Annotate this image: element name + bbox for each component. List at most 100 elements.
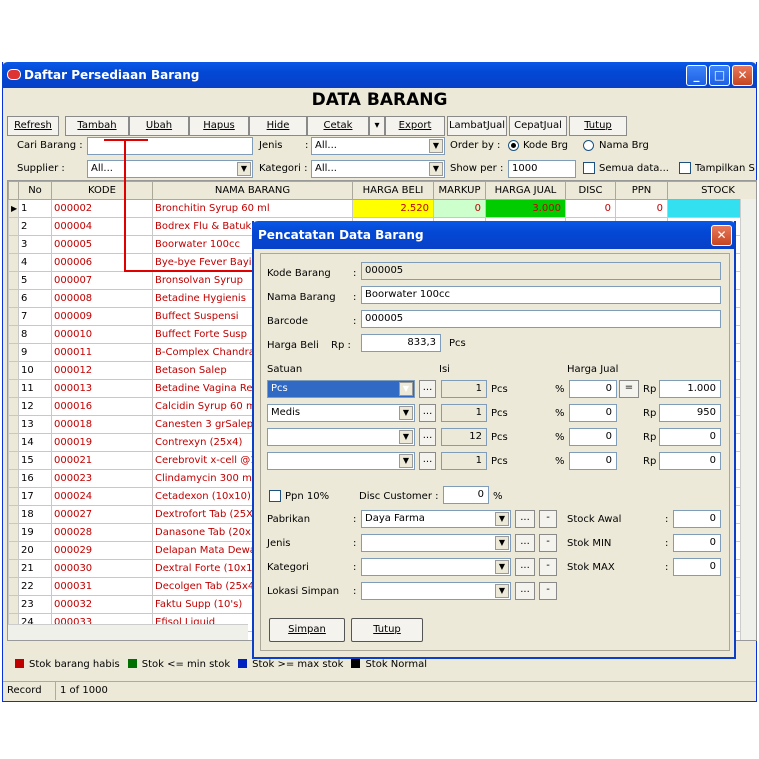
cepatjual-button[interactable]: CepatJual: [509, 116, 567, 136]
chevron-down-icon[interactable]: ▼: [495, 584, 509, 598]
cell-kode[interactable]: 000027: [51, 505, 153, 524]
tutup-button[interactable]: Tutup: [569, 116, 627, 136]
cell-kode[interactable]: 000031: [51, 577, 153, 596]
satuan-select[interactable]: ▼: [267, 428, 415, 446]
cell-no[interactable]: 18: [18, 505, 52, 524]
lokasi-browse-button[interactable]: ...: [515, 582, 535, 600]
row-marker[interactable]: [8, 397, 19, 416]
cell-no[interactable]: 6: [18, 289, 52, 308]
markup-pct-field[interactable]: 0: [569, 428, 617, 446]
cell-nama[interactable]: Bronchitin Syrup 60 ml: [152, 199, 353, 218]
chevron-down-icon[interactable]: ▼: [429, 139, 443, 153]
satuan-select[interactable]: ▼: [267, 452, 415, 470]
cell-no[interactable]: 15: [18, 451, 52, 470]
cell-harga-beli[interactable]: 2.520: [352, 199, 434, 218]
row-marker[interactable]: [8, 523, 19, 542]
satuan-browse-button[interactable]: ...: [419, 428, 436, 446]
cell-kode[interactable]: 000023: [51, 469, 153, 488]
row-marker[interactable]: ▶: [8, 199, 19, 218]
isi-field[interactable]: 1: [441, 452, 487, 470]
ubah-button[interactable]: Ubah: [129, 116, 189, 136]
col-header-harga-jual[interactable]: HARGA JUAL: [485, 181, 566, 200]
chevron-down-icon[interactable]: ▼: [399, 382, 413, 396]
col-header-stock[interactable]: STOCK: [667, 181, 756, 200]
col-header-kode[interactable]: KODE: [51, 181, 153, 200]
hbeli-field[interactable]: 833,3: [361, 334, 441, 352]
cell-kode[interactable]: 000032: [51, 595, 153, 614]
harga-jual-field[interactable]: 0: [659, 428, 721, 446]
row-marker[interactable]: [8, 595, 19, 614]
barcode-field[interactable]: 000005: [361, 310, 721, 328]
cell-no[interactable]: 22: [18, 577, 52, 596]
row-marker[interactable]: [8, 541, 19, 560]
col-header-markup[interactable]: MARKUP: [433, 181, 486, 200]
order-nama-radio[interactable]: [583, 140, 594, 151]
kode-field[interactable]: 000005: [361, 262, 721, 280]
pabrikan-clear-button[interactable]: -: [539, 510, 557, 528]
cell-kode[interactable]: 000029: [51, 541, 153, 560]
simpan-button[interactable]: Simpan: [269, 618, 345, 642]
stock-max-field[interactable]: 0: [673, 558, 721, 576]
chevron-down-icon[interactable]: ▼: [399, 430, 413, 444]
window-titlebar[interactable]: Daftar Persediaan Barang _ □ ✕: [2, 62, 757, 88]
stock-awal-field[interactable]: 0: [673, 510, 721, 528]
tutup-dialog-button[interactable]: Tutup: [351, 618, 423, 642]
close-button[interactable]: ✕: [732, 65, 753, 86]
harga-jual-field[interactable]: 0: [659, 452, 721, 470]
disc-customer-field[interactable]: 0: [443, 486, 489, 504]
jenis-clear-button[interactable]: -: [539, 534, 557, 552]
cell-markup[interactable]: 0: [433, 199, 486, 218]
cell-kode[interactable]: 000013: [51, 379, 153, 398]
row-marker[interactable]: [8, 433, 19, 452]
markup-pct-field[interactable]: 0: [569, 404, 617, 422]
cell-kode[interactable]: 000018: [51, 415, 153, 434]
lokasi-clear-button[interactable]: -: [539, 582, 557, 600]
row-marker[interactable]: [8, 217, 19, 236]
cell-kode[interactable]: 000005: [51, 235, 153, 254]
cell-harga-jual[interactable]: 3.000: [485, 199, 566, 218]
cell-no[interactable]: 8: [18, 325, 52, 344]
ppn-checkbox[interactable]: [269, 490, 281, 502]
vertical-scrollbar[interactable]: [740, 199, 756, 640]
pabrikan-select[interactable]: Daya Farma ▼: [361, 510, 511, 528]
order-kode-radio[interactable]: [508, 140, 519, 151]
cell-kode[interactable]: 000002: [51, 199, 153, 218]
chevron-down-icon[interactable]: ▼: [429, 162, 443, 176]
refresh-button[interactable]: Refresh: [7, 116, 59, 136]
stock-min-field[interactable]: 0: [673, 534, 721, 552]
row-marker[interactable]: [8, 325, 19, 344]
cell-no[interactable]: 14: [18, 433, 52, 452]
isi-field[interactable]: 1: [441, 380, 487, 398]
cell-no[interactable]: 3: [18, 235, 52, 254]
col-header-ppn[interactable]: PPN: [615, 181, 668, 200]
cell-kode[interactable]: 000010: [51, 325, 153, 344]
hapus-button[interactable]: Hapus: [189, 116, 249, 136]
cell-no[interactable]: 2: [18, 217, 52, 236]
minimize-button[interactable]: _: [686, 65, 707, 86]
tampilkan-checkbox[interactable]: [679, 162, 691, 174]
kategori-browse-button[interactable]: ...: [515, 558, 535, 576]
cell-disc[interactable]: 0: [565, 199, 616, 218]
row-marker[interactable]: [8, 577, 19, 596]
cell-kode[interactable]: 000019: [51, 433, 153, 452]
chevron-down-icon[interactable]: ▼: [495, 560, 509, 574]
cell-ppn[interactable]: 0: [615, 199, 668, 218]
jenis-browse-button[interactable]: ...: [515, 534, 535, 552]
maximize-button[interactable]: □: [709, 65, 730, 86]
dialog-titlebar[interactable]: Pencatatan Data Barang ✕: [252, 221, 736, 249]
row-marker[interactable]: [8, 505, 19, 524]
cell-no[interactable]: 7: [18, 307, 52, 326]
cell-no[interactable]: 10: [18, 361, 52, 380]
satuan-browse-button[interactable]: ...: [419, 380, 436, 398]
satuan-select[interactable]: Medis ▼: [267, 404, 415, 422]
cell-no[interactable]: 20: [18, 541, 52, 560]
kategori-select[interactable]: ▼: [361, 558, 511, 576]
chevron-down-icon[interactable]: ▼: [495, 512, 509, 526]
cell-no[interactable]: 4: [18, 253, 52, 272]
col-header-harga-beli[interactable]: HARGA BELI: [352, 181, 434, 200]
row-marker[interactable]: [8, 559, 19, 578]
cell-kode[interactable]: 000024: [51, 487, 153, 506]
cell-no[interactable]: 11: [18, 379, 52, 398]
row-marker[interactable]: [8, 361, 19, 380]
cell-kode[interactable]: 000011: [51, 343, 153, 362]
